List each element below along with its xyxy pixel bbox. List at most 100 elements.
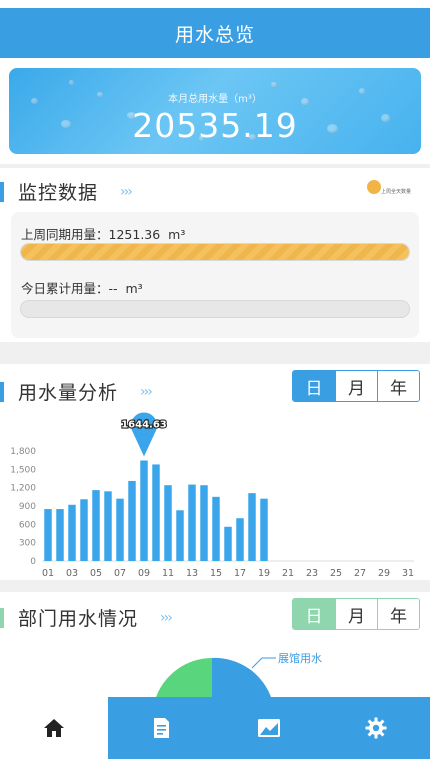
x-tick-label: 23 [306,568,318,579]
bar[interactable] [260,498,268,561]
department-pie-chart: 展馆用水 [155,651,322,702]
y-tick-label: 300 [19,539,36,549]
x-tick-label: 05 [90,568,102,579]
pie-leader-line [251,657,276,669]
analysis-section-title: 用水量分析 ››› [0,378,153,405]
department-title: 部门用水情况 [18,608,139,630]
department-period-switch: 日 月 年 [292,598,420,630]
document-icon [154,718,170,738]
today-progress-bar [20,300,410,318]
last-week-label: 上周同期用量： [21,227,109,242]
monthly-total-value: 20535.19 [132,106,298,145]
legend-label: 上周全天数量 [381,189,412,195]
last-week-value: 1251.36 [108,227,161,242]
settings-icon [365,717,387,739]
x-tick-label: 27 [354,568,366,579]
section-accent [0,181,4,202]
water-drop [69,80,74,85]
tab-day[interactable]: 日 [293,599,335,629]
last-week-usage: 上周同期用量：1251.36 m³ [21,224,185,243]
bar[interactable] [140,460,148,561]
bar[interactable] [152,464,160,561]
y-tick-label: 1,500 [10,465,36,475]
bar[interactable] [200,485,208,561]
monthly-total-card: 本月总用水量（m³） 20535.19 [9,68,421,154]
y-tick-label: 0 [30,557,36,567]
x-tick-label: 17 [234,568,246,579]
nav-records[interactable] [107,697,215,759]
bottom-nav [0,697,430,759]
bar[interactable] [92,490,100,561]
bar[interactable] [128,480,136,561]
x-tick-label: 11 [162,568,174,579]
monitor-card: 上周同期用量：1251.36 m³ 今日累计用量：-- m³ [11,212,419,338]
y-tick-label: 600 [19,520,36,530]
bar[interactable] [176,510,184,561]
section-accent [0,381,4,402]
x-tick-label: 13 [186,568,198,579]
bar[interactable] [248,493,256,561]
y-tick-label: 900 [19,502,36,512]
bar[interactable] [224,526,232,561]
x-tick-label: 09 [138,568,150,579]
bar[interactable] [212,496,220,561]
nav-analysis[interactable] [215,697,323,759]
bar[interactable] [104,491,112,561]
bar[interactable] [164,485,172,561]
last-week-unit: m³ [168,227,186,242]
today-value: -- [108,281,118,296]
home-icon [43,719,64,737]
analysis-title: 用水量分析 [18,382,119,404]
department-section: 部门用水情况 ››› 日 月 年 展馆用水 [0,592,430,702]
pie-slice-green[interactable] [155,658,212,702]
nav-home[interactable] [0,697,108,759]
x-tick-label: 21 [282,568,294,579]
bar[interactable] [116,498,124,561]
highlight-value-label: 1644.63 [121,419,167,430]
x-tick-label: 07 [114,568,126,579]
y-tick-label: 1,800 [10,447,36,457]
tab-month[interactable]: 月 [335,599,377,629]
today-label: 今日累计用量： [21,281,109,296]
today-unit: m³ [125,281,143,296]
chevrons-icon: ››› [120,183,133,200]
bar[interactable] [80,499,88,561]
pie-label: 展馆用水 [278,651,322,665]
x-tick-label: 19 [258,568,270,579]
water-drop [271,82,277,87]
last-week-progress-fill [21,244,409,260]
pie-slice-blue[interactable] [212,657,272,702]
bar[interactable] [68,504,76,561]
section-accent [0,607,4,628]
bar[interactable] [56,509,64,561]
analysis-section: 用水量分析 ››› 日 月 年 0 300 600 900 1,200 1,500 1,80… [0,364,430,580]
bar[interactable] [236,518,244,561]
chevrons-icon: ››› [160,609,173,626]
bar[interactable] [188,484,196,561]
header: 用水总览 [0,0,430,62]
bar[interactable] [44,509,52,561]
hero-section: 本月总用水量（m³） 20535.19 [0,58,430,164]
x-tick-label: 29 [378,568,390,579]
x-tick-label: 15 [210,568,222,579]
legend-dot-icon [367,180,381,194]
tab-year[interactable]: 年 [377,599,419,629]
monitor-section-title: 监控数据 ››› [0,178,133,205]
tab-day[interactable]: 日 [293,371,335,401]
nav-settings[interactable] [322,697,430,759]
chart-icon [257,719,280,737]
usage-bar-chart: 0 300 600 900 1,200 1,500 1,800 01 03 05 07 09 11 13 1… [10,412,414,579]
page-title: 用水总览 [0,8,430,58]
x-tick-label: 25 [330,568,342,579]
tab-month[interactable]: 月 [335,371,377,401]
y-tick-label: 1,200 [10,484,36,494]
today-usage: 今日累计用量：-- m³ [21,278,143,297]
department-section-title: 部门用水情况 ››› [0,604,173,631]
x-tick-label: 01 [42,568,54,579]
monthly-total-label: 本月总用水量（m³） [168,94,262,105]
x-tick-label: 03 [66,568,78,579]
bottom-strip [0,759,430,767]
tab-year[interactable]: 年 [377,371,419,401]
monitor-section: 监控数据 ››› 上周全天数量 上周同期用量：1251.36 m³ 今日累计用量… [0,168,430,342]
monitor-title: 监控数据 [18,182,99,204]
